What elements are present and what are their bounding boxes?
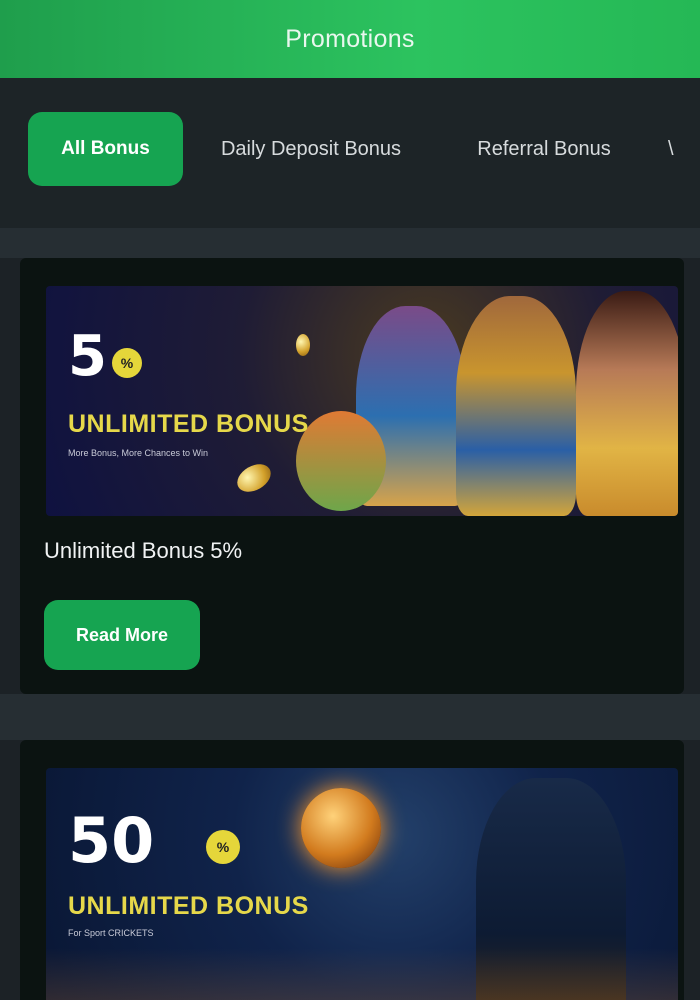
- tab-more-cut-off[interactable]: \: [668, 112, 700, 186]
- promo-banner-image[interactable]: 5 % UNLIMITED BONUS More Bonus, More Cha…: [46, 286, 678, 516]
- cricket-ball-icon: [301, 788, 381, 868]
- section-divider: [0, 228, 700, 258]
- percent-badge: %: [206, 830, 240, 864]
- gold-coin-icon: [296, 334, 310, 356]
- promo-percent-value: 50: [68, 804, 155, 877]
- tab-all-bonus[interactable]: All Bonus: [28, 112, 183, 186]
- gold-coin-icon: [232, 458, 276, 498]
- top-header: Promotions: [0, 0, 700, 78]
- promo-percent-value: 5: [68, 324, 107, 389]
- promo-headline: UNLIMITED BONUS: [68, 892, 309, 920]
- spark-effect: [46, 948, 678, 1000]
- section-divider: [0, 694, 700, 740]
- promo-category-tabs: All Bonus Daily Deposit Bonus Referral B…: [0, 78, 700, 228]
- read-more-button[interactable]: Read More: [44, 600, 200, 670]
- promo-banner-image[interactable]: 50 % UNLIMITED BONUS For Sport CRICKETS: [46, 768, 678, 1000]
- tab-daily-deposit-bonus[interactable]: Daily Deposit Bonus: [205, 112, 417, 186]
- percent-badge: %: [112, 348, 142, 378]
- promo-subtitle: For Sport CRICKETS: [68, 928, 154, 938]
- page-title: Promotions: [285, 24, 415, 53]
- character-illustration: [296, 411, 386, 511]
- promo-headline: UNLIMITED BONUS: [68, 410, 309, 438]
- promo-title: Unlimited Bonus 5%: [44, 538, 243, 563]
- promo-card: 5 % UNLIMITED BONUS More Bonus, More Cha…: [20, 258, 684, 694]
- character-illustration: [576, 291, 678, 516]
- promo-subtitle: More Bonus, More Chances to Win: [68, 448, 209, 458]
- promo-card: 50 % UNLIMITED BONUS For Sport CRICKETS: [20, 740, 684, 1000]
- tab-referral-bonus[interactable]: Referral Bonus: [462, 112, 626, 186]
- character-illustration: [456, 296, 576, 516]
